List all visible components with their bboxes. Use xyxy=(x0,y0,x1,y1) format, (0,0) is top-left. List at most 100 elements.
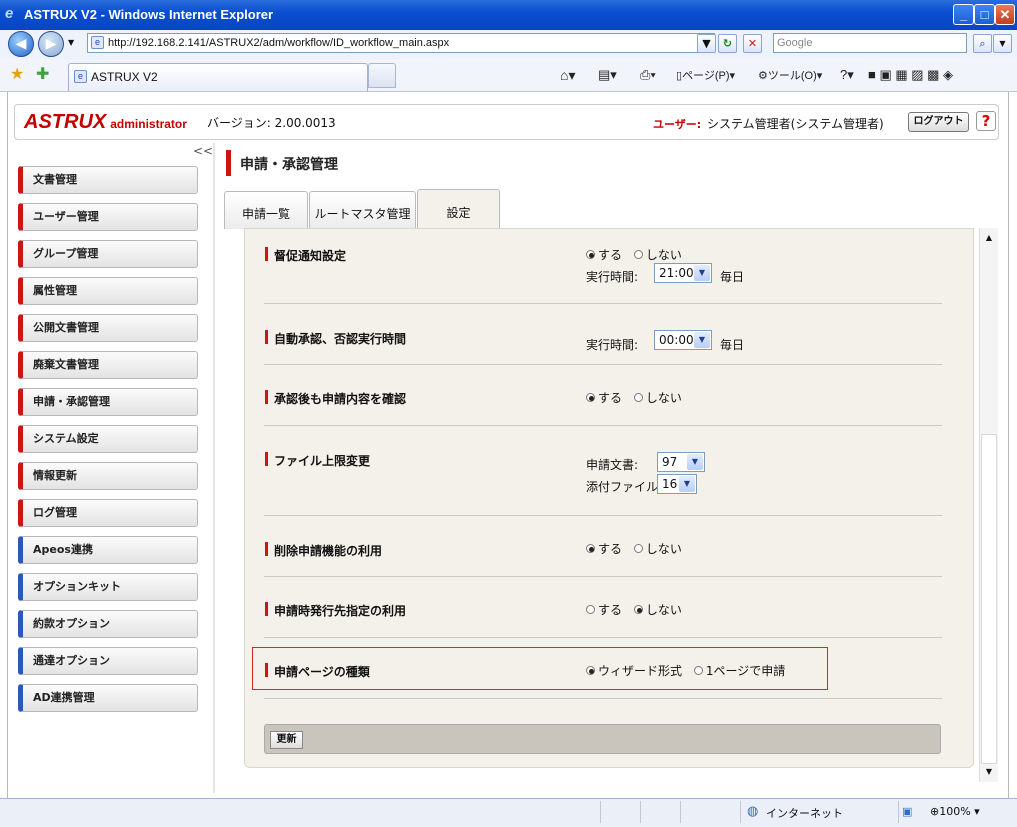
file-limit-doc-label: 申請文書: xyxy=(586,458,639,472)
page-type-wizard-radio[interactable]: ウィザード形式 xyxy=(586,664,682,678)
auto-approve-label: 自動承認、否認実行時間 xyxy=(274,332,407,346)
page-menu[interactable]: ▯ページ(P)▾ xyxy=(676,67,735,83)
label-accent xyxy=(265,390,268,404)
sidebar-item-system-settings[interactable]: システム設定 xyxy=(18,425,198,453)
confirm-after-options: する しない xyxy=(586,389,682,406)
search-icon[interactable]: ⌕ xyxy=(973,34,992,53)
search-input[interactable]: Google xyxy=(773,33,967,53)
favorites-star-icon[interactable]: ★ xyxy=(10,64,24,83)
sidebar-divider xyxy=(213,143,215,793)
section-divider xyxy=(264,303,942,304)
tab-page-icon: e xyxy=(74,70,87,83)
close-window-button[interactable]: ✕ xyxy=(995,4,1015,25)
stop-icon[interactable]: ✕ xyxy=(743,34,762,53)
delete-request-yes-radio[interactable]: する xyxy=(586,542,622,556)
new-tab-button[interactable] xyxy=(368,63,396,88)
sidebar-item-apeos[interactable]: Apeos連携 xyxy=(18,536,198,564)
home-icon[interactable]: ⌂▾ xyxy=(560,67,575,84)
print-icon[interactable]: ⎙▾ xyxy=(640,67,656,83)
confirm-after-no-radio[interactable]: しない xyxy=(633,391,682,405)
section-divider xyxy=(264,637,942,638)
tools-menu[interactable]: ⚙ツール(O)▾ xyxy=(758,67,822,83)
page-menu-label: ページ(P) xyxy=(682,70,730,82)
page-type-options: ウィザード形式 1ページで申請 xyxy=(586,662,785,679)
logout-button[interactable]: ログアウト xyxy=(908,112,969,132)
address-dropdown-button[interactable]: ▼ xyxy=(697,34,716,53)
sidebar-item-public-docs[interactable]: 公開文書管理 xyxy=(18,314,198,342)
help-circle-icon[interactable]: ?▾ xyxy=(840,67,854,83)
page-icon: e xyxy=(91,36,104,49)
sidebar-item-disposed-docs[interactable]: 廃棄文書管理 xyxy=(18,351,198,379)
update-button[interactable]: 更新 xyxy=(270,731,303,749)
scroll-up-icon[interactable]: ▲ xyxy=(981,230,997,246)
sidebar-item-terms-option[interactable]: 約款オプション xyxy=(18,610,198,638)
scroll-thumb[interactable] xyxy=(981,434,997,764)
scroll-down-icon[interactable]: ▼ xyxy=(981,764,997,780)
sidebar-item-info-update[interactable]: 情報更新 xyxy=(18,462,198,490)
dest-specify-yes-radio[interactable]: する xyxy=(586,603,622,617)
back-button[interactable]: ◀ xyxy=(8,31,34,57)
section-divider xyxy=(264,698,942,699)
chevron-down-icon: ▼ xyxy=(694,332,710,348)
sidebar-item-ad-link[interactable]: AD連携管理 xyxy=(18,684,198,712)
reminder-no-radio[interactable]: しない xyxy=(633,248,682,262)
confirm-after-label: 承認後も申請内容を確認 xyxy=(274,392,407,406)
page-type-single-radio[interactable]: 1ページで申請 xyxy=(693,664,785,678)
label-accent xyxy=(265,663,268,677)
sidebar-item-option-kit[interactable]: オプションキット xyxy=(18,573,198,601)
tab-request-list[interactable]: 申請一覧 xyxy=(224,191,308,229)
tools-menu-label: ツール(O) xyxy=(767,70,817,82)
reminder-time-select[interactable]: 21:00 ▼ xyxy=(654,263,712,283)
maximize-button[interactable]: □ xyxy=(974,4,995,25)
tab-title: ASTRUX V2 xyxy=(91,70,158,84)
dest-specify-label: 申請時発行先指定の利用 xyxy=(274,604,407,618)
sidebar-item-users[interactable]: ユーザー管理 xyxy=(18,203,198,231)
sidebar-item-approval[interactable]: 申請・承認管理 xyxy=(18,388,198,416)
reminder-yes-radio[interactable]: する xyxy=(586,248,622,262)
minimize-button[interactable]: _ xyxy=(953,4,974,25)
dest-specify-no-radio[interactable]: しない xyxy=(633,603,682,617)
help-button[interactable]: ? xyxy=(976,111,996,131)
label-accent xyxy=(265,542,268,556)
user-name: システム管理者(システム管理者) xyxy=(707,117,884,131)
status-cell xyxy=(640,801,660,823)
add-favorites-icon[interactable]: ✚ xyxy=(36,64,49,83)
feeds-icon[interactable]: ▤▾ xyxy=(598,67,617,83)
zoom-level[interactable]: ⊕100% ▾ xyxy=(930,805,980,818)
address-bar[interactable]: e http://192.168.2.141/ASTRUX2/adm/workf… xyxy=(87,33,715,53)
globe-icon: ◍ xyxy=(747,804,759,819)
delete-request-no-radio[interactable]: しない xyxy=(633,542,682,556)
delete-request-label: 削除申請機能の利用 xyxy=(274,544,383,558)
chevron-down-icon: ▼ xyxy=(687,454,703,470)
refresh-icon[interactable]: ↻ xyxy=(718,34,737,53)
history-dropdown-icon[interactable]: ▼ xyxy=(68,38,74,47)
window-title: ASTRUX V2 - Windows Internet Explorer xyxy=(24,7,274,22)
user-label: ユーザー: xyxy=(653,118,702,131)
sidebar-item-attributes[interactable]: 属性管理 xyxy=(18,277,198,305)
zoom-value: 100% xyxy=(939,805,971,818)
label-accent xyxy=(265,330,268,344)
dest-specify-options: する しない xyxy=(586,601,682,618)
section-divider xyxy=(264,364,942,365)
sidebar-item-groups[interactable]: グループ管理 xyxy=(18,240,198,268)
vertical-scrollbar[interactable]: ▲ ▼ xyxy=(979,228,998,782)
forward-button[interactable]: ▶ xyxy=(38,31,64,57)
auto-approve-time-select[interactable]: 00:00 ▼ xyxy=(654,330,712,350)
chevron-down-icon: ▼ xyxy=(694,265,710,281)
chevron-down-icon: ▼ xyxy=(679,476,695,492)
sidebar-item-logs[interactable]: ログ管理 xyxy=(18,499,198,527)
search-options-icon[interactable]: ▼ xyxy=(993,34,1012,53)
toolbar-extra-icons[interactable]: ■ ▣ ▦ ▨ ▩ ◈ xyxy=(868,67,953,83)
tab-route-master[interactable]: ルートマスタ管理 xyxy=(309,191,416,229)
file-limit-attach-select[interactable]: 16 ▼ xyxy=(657,474,697,494)
tab-settings[interactable]: 設定 xyxy=(417,189,500,229)
browser-tab[interactable]: e ASTRUX V2 xyxy=(68,63,368,91)
reminder-label: 督促通知設定 xyxy=(274,249,347,263)
sidebar-item-documents[interactable]: 文書管理 xyxy=(18,166,198,194)
collapse-sidebar-icon[interactable]: << xyxy=(193,144,213,158)
file-limit-doc-select[interactable]: 97 ▼ xyxy=(657,452,705,472)
confirm-after-yes-radio[interactable]: する xyxy=(586,391,622,405)
sidebar-item-notice-option[interactable]: 通達オプション xyxy=(18,647,198,675)
ie-logo-icon: e xyxy=(5,5,14,22)
update-bar xyxy=(264,724,941,754)
